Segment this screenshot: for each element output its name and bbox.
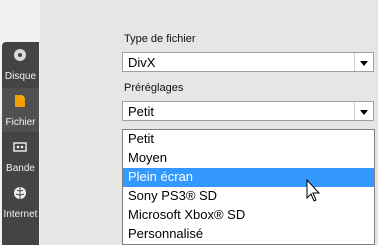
sidebar-item-bande[interactable]: Bande — [2, 134, 39, 178]
chevron-down-icon[interactable] — [354, 102, 373, 120]
presets-dropdown-list: Petit Moyen Plein écran Sony PS3® SD Mic… — [122, 129, 375, 245]
sidebar: Disque Fichier Bande Internet — [0, 0, 40, 245]
dropdown-option[interactable]: Petit — [123, 130, 374, 149]
sidebar-item-disque[interactable]: Disque — [2, 42, 39, 86]
chevron-down-icon[interactable] — [354, 53, 373, 71]
sidebar-item-label: Bande — [6, 163, 35, 174]
sidebar-item-internet[interactable]: Internet — [2, 180, 39, 224]
sidebar-item-label: Disque — [4, 71, 37, 82]
file-type-value: DivX — [128, 55, 156, 70]
disc-icon — [14, 49, 26, 61]
presets-value: Petit — [128, 104, 155, 119]
sidebar-item-label: Internet — [3, 209, 38, 220]
file-type-select[interactable]: DivX — [122, 52, 374, 72]
presets-select[interactable]: Petit — [122, 101, 374, 121]
globe-icon — [14, 187, 26, 199]
tape-icon — [13, 142, 27, 152]
dropdown-option[interactable]: Personnalisé — [123, 225, 374, 244]
dropdown-option[interactable]: Microsoft Xbox® SD — [123, 206, 374, 225]
sidebar-panel: Disque Fichier Bande Internet — [2, 42, 39, 245]
mouse-cursor-icon — [306, 179, 321, 202]
presets-label: Préréglages — [124, 82, 184, 94]
sidebar-item-label: Fichier — [5, 117, 36, 128]
dropdown-option[interactable]: Sony PS3® SD — [123, 187, 374, 206]
sidebar-item-fichier[interactable]: Fichier — [2, 88, 39, 132]
file-type-label: Type de fichier — [124, 33, 196, 45]
dropdown-option-highlighted[interactable]: Plein écran — [123, 168, 374, 187]
file-icon — [15, 95, 25, 107]
dropdown-option[interactable]: Moyen — [123, 149, 374, 168]
